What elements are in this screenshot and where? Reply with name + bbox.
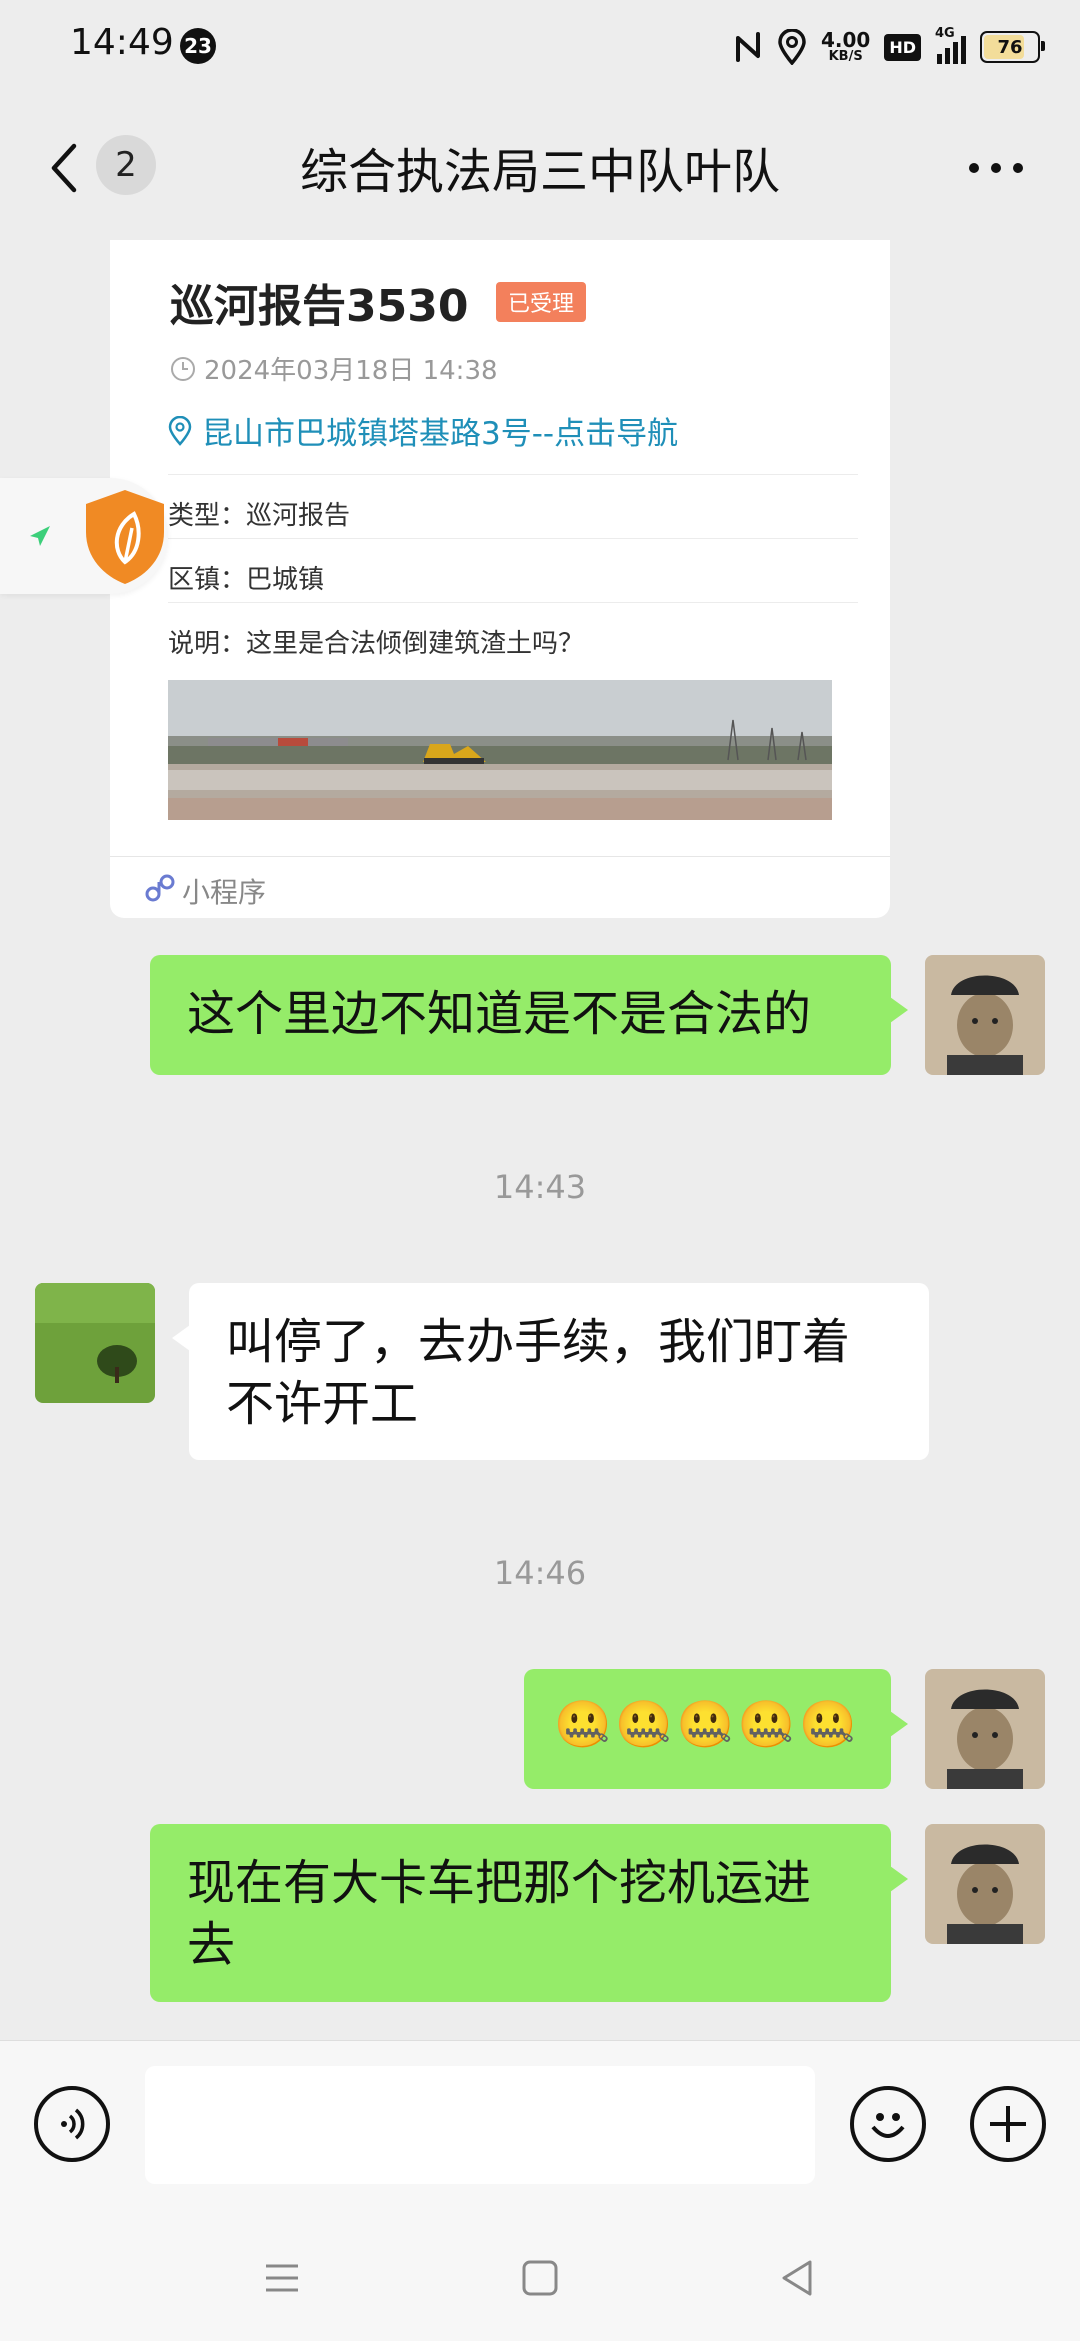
system-nav-bar [0, 2230, 1080, 2340]
self-avatar[interactable] [925, 1824, 1045, 1944]
row-district: 区镇：巴城镇 [168, 538, 858, 602]
contact-avatar[interactable] [35, 1283, 155, 1403]
battery-indicator: 76 [980, 31, 1045, 63]
mini-program-card[interactable]: 巡河报告3530 已受理 2024年03月18日 14:38 昆山市巴城镇塔基路… [110, 240, 890, 918]
hd-badge: HD [884, 33, 921, 61]
row-district-value: 巴城镇 [246, 565, 325, 595]
report-title: 巡河报告3530 [170, 281, 469, 332]
row-type: 类型：巡河报告 [168, 474, 858, 538]
mini-program-icon [145, 874, 175, 902]
self-avatar[interactable] [925, 1669, 1045, 1789]
message-sent-1[interactable]: 这个里边不知道是不是合法的 [150, 955, 908, 1075]
row-description-label: 说明： [168, 629, 247, 659]
mini-program-footer: 小程序 [110, 856, 890, 919]
message-text: 这个里边不知道是不是合法的 [187, 986, 812, 1042]
message-received-1[interactable]: 叫停了，去办手续，我们盯着不许开工 [172, 1283, 929, 1460]
navigate-address-link[interactable]: 昆山市巴城镇塔基路3号--点击导航 [168, 408, 678, 453]
voice-icon [61, 2108, 85, 2140]
message-sent-3[interactable]: 现在有大卡车把那个挖机运进去 [150, 1824, 908, 2002]
back-arrow-icon[interactable] [44, 140, 84, 196]
nfc-icon [735, 32, 760, 62]
net-speed-unit: KB/S [828, 49, 863, 64]
message-sent-2[interactable]: 🤐🤐🤐🤐🤐 [524, 1669, 908, 1789]
report-datetime: 2024年03月18日 14:38 [170, 350, 498, 387]
unread-count-badge[interactable]: 2 [96, 135, 156, 195]
status-icons: 4.00 KB/S HD 4G 76 [733, 22, 1045, 72]
more-functions-button[interactable] [970, 2086, 1046, 2162]
row-description-value: 这里是合法倾倒建筑渣土吗？ [246, 629, 585, 659]
mini-program-label: 小程序 [182, 876, 267, 909]
status-bar: 14:49 23 4.00 KB/S HD 4G 76 [0, 0, 1080, 95]
home-icon[interactable] [520, 2258, 560, 2298]
timestamp: 14:43 [493, 1168, 587, 1206]
message-text: 现在有大卡车把那个挖机运进去 [187, 1855, 812, 1973]
self-avatar[interactable] [925, 955, 1045, 1075]
location-icon [778, 29, 806, 65]
net-speed-value: 4.00 [820, 28, 871, 52]
plus-icon [990, 2106, 1026, 2142]
message-input[interactable] [145, 2066, 815, 2184]
message-emoji-text: 🤐🤐🤐🤐🤐 [554, 1697, 861, 1751]
self-avatar-image [925, 1669, 1045, 1789]
menu-icon[interactable] [262, 2258, 302, 2298]
report-photo[interactable] [168, 680, 832, 820]
row-district-label: 区镇： [168, 565, 247, 595]
emoji-button[interactable] [850, 2086, 926, 2162]
clock-icon [171, 356, 195, 381]
network-type: 4G [935, 26, 955, 41]
smiley-icon [871, 2113, 905, 2138]
voice-input-button[interactable] [34, 2086, 110, 2162]
status-time: 14:49 [70, 22, 174, 63]
status-badge: 已受理 [496, 282, 587, 322]
row-description: 说明：这里是合法倾倒建筑渣土吗？ [168, 602, 858, 666]
signal-icon: 4G [935, 26, 966, 64]
floating-assistant[interactable] [0, 478, 168, 594]
net-speed: 4.00 KB/S [821, 30, 870, 64]
report-datetime-text: 2024年03月18日 14:38 [204, 356, 498, 386]
address-text: 昆山市巴城镇塔基路3号--点击导航 [202, 416, 679, 452]
notification-count-badge: 23 [180, 28, 216, 64]
contact-avatar-image [35, 1283, 155, 1403]
self-avatar-image [925, 1824, 1045, 1944]
location-pin-icon [168, 415, 192, 446]
timestamp: 14:46 [493, 1554, 587, 1592]
navigation-arrow-icon [30, 526, 50, 546]
shield-icon [86, 490, 164, 584]
message-text: 叫停了，去办手续，我们盯着不许开工 [226, 1314, 851, 1432]
row-type-label: 类型： [168, 501, 247, 531]
battery-level: 76 [997, 36, 1023, 58]
self-avatar-image [925, 955, 1045, 1075]
row-type-value: 巡河报告 [246, 501, 351, 531]
more-icon[interactable] [966, 160, 1026, 176]
chat-title: 综合执法局三中队叶队 [299, 144, 780, 200]
back-triangle-icon[interactable] [778, 2258, 818, 2298]
